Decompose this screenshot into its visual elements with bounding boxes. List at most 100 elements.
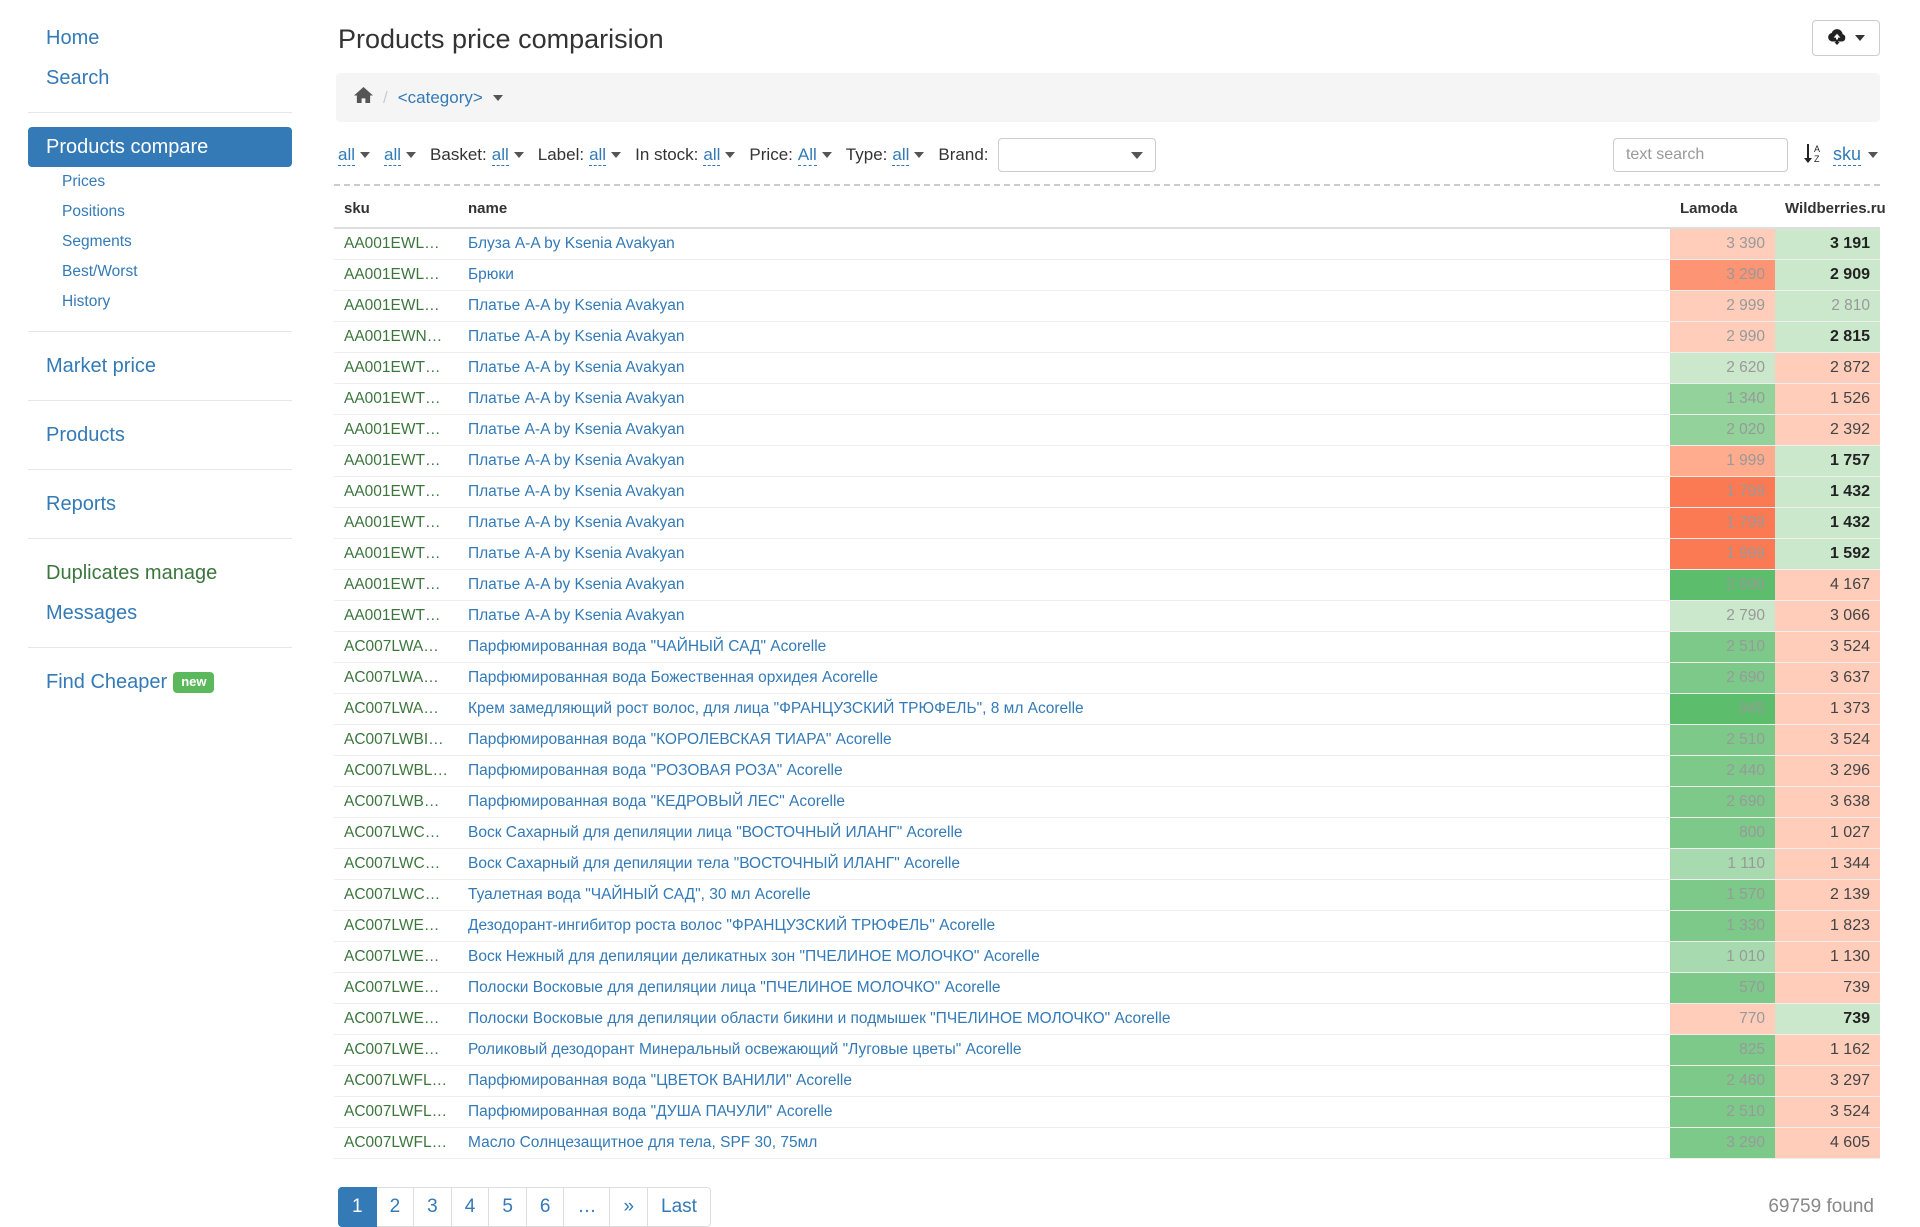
filter-brand[interactable]: Brand: xyxy=(938,138,1156,172)
product-link[interactable]: Роликовый дезодорант Минеральный освежаю… xyxy=(468,1041,1022,1058)
product-link[interactable]: Крем замедляющий рост волос, для лица "Ф… xyxy=(468,700,1084,717)
chevron-down-icon[interactable] xyxy=(1868,152,1878,158)
home-icon[interactable] xyxy=(354,86,373,109)
table-row[interactable]: AA001EWLFO51 Платье A-A by Ksenia Avakyan… xyxy=(334,290,1880,322)
page-link[interactable]: … xyxy=(564,1187,611,1227)
product-link[interactable]: Парфюмированная вода "ЧАЙНЫЙ САД" Acorel… xyxy=(468,638,826,655)
product-link[interactable]: Парфюмированная вода "КОРОЛЕВСКАЯ ТИАРА"… xyxy=(468,731,892,748)
table-row[interactable]: AA001EWTCU78 Платье A-A by Ksenia Avakyan… xyxy=(334,600,1880,632)
table-row[interactable]: AC007LWES053 Дезодорант-ингибитор роста в… xyxy=(334,910,1880,942)
sort-field-value[interactable]: sku xyxy=(1832,144,1861,166)
table-row[interactable]: AC007LWFLL18 Парфюмированная вода "ДУША П… xyxy=(334,1096,1880,1128)
product-link[interactable]: Платье A-A by Ksenia Avakyan xyxy=(468,483,685,500)
page-link[interactable]: 1 xyxy=(338,1187,377,1227)
product-link[interactable]: Полоски Восковые для депиляции лица "ПЧЕ… xyxy=(468,979,1001,996)
filter-in-stock-value[interactable]: all xyxy=(703,145,721,166)
filter-all-1-value[interactable]: all xyxy=(338,145,356,166)
sidebar-item-duplicates-manage[interactable]: Duplicates manage xyxy=(28,553,292,593)
sidebar-item-search[interactable]: Search xyxy=(28,58,292,98)
chevron-down-icon[interactable] xyxy=(821,152,832,158)
column-header-wildberries[interactable]: Wildberries.ru xyxy=(1775,196,1886,229)
page-link[interactable]: 5 xyxy=(489,1187,527,1227)
product-link[interactable]: Платье A-A by Ksenia Avakyan xyxy=(468,545,685,562)
sort-control[interactable]: A Z sku xyxy=(1802,142,1878,169)
table-row[interactable]: AA001EWTCU52 Платье A-A by Ksenia Avakyan… xyxy=(334,445,1880,477)
table-row[interactable]: AC007LWCB760 Воск Сахарный для депиляции … xyxy=(334,848,1880,880)
filter-in-stock[interactable]: In stock: all xyxy=(635,145,736,166)
column-header-lamoda[interactable]: Lamoda xyxy=(1670,196,1775,229)
page-link[interactable]: 4 xyxy=(451,1187,490,1227)
table-row[interactable]: AC007LWCB708 Воск Сахарный для депиляции … xyxy=(334,817,1880,849)
table-row[interactable]: AA001EWNUI26 Платье A-A by Ksenia Avakyan… xyxy=(334,321,1880,353)
filter-label[interactable]: Label: all xyxy=(538,145,622,166)
sidebar-item-positions[interactable]: Positions xyxy=(28,197,292,227)
table-row[interactable]: AC007LWFLL17 Парфюмированная вода "ЦВЕТОК… xyxy=(334,1065,1880,1097)
product-link[interactable]: Полоски Восковые для депиляции области б… xyxy=(468,1010,1170,1027)
product-link[interactable]: Туалетная вода "ЧАЙНЫЙ САД", 30 мл Acore… xyxy=(468,886,811,903)
sidebar-item-products-compare[interactable]: Products compare xyxy=(28,127,292,167)
table-row[interactable]: AC007LWCN124 Туалетная вода "ЧАЙНЫЙ САД",… xyxy=(334,879,1880,911)
product-link[interactable]: Платье A-A by Ksenia Avakyan xyxy=(468,514,685,531)
filter-label-value[interactable]: all xyxy=(589,145,607,166)
export-button[interactable] xyxy=(1812,20,1880,56)
sidebar-item-reports[interactable]: Reports xyxy=(28,484,292,524)
filter-all-2[interactable]: all xyxy=(384,145,417,166)
chevron-down-icon[interactable] xyxy=(914,152,925,158)
column-header-name[interactable]: name xyxy=(458,196,1670,229)
table-row[interactable]: AA001EWTCU29 Платье A-A by Ksenia Avakyan… xyxy=(334,352,1880,384)
brand-select[interactable] xyxy=(997,138,1156,172)
sidebar-item-products[interactable]: Products xyxy=(28,415,292,455)
chevron-down-icon[interactable] xyxy=(406,152,417,158)
filter-basket[interactable]: Basket: all xyxy=(430,145,524,166)
filter-all-2-value[interactable]: all xyxy=(384,145,402,166)
filter-basket-value[interactable]: all xyxy=(491,145,509,166)
product-link[interactable]: Масло Солнцезащитное для тела, SPF 30, 7… xyxy=(468,1134,817,1151)
table-row[interactable]: AA001EWTCU76 Платье A-A by Ksenia Avakyan… xyxy=(334,538,1880,570)
product-link[interactable]: Парфюмированная вода "КЕДРОВЫЙ ЛЕС" Acor… xyxy=(468,793,845,810)
product-link[interactable]: Воск Сахарный для депиляции лица "ВОСТОЧ… xyxy=(468,824,963,841)
product-link[interactable]: Парфюмированная вода "РОЗОВАЯ РОЗА" Acor… xyxy=(468,762,843,779)
table-row[interactable]: AA001EWTCU37 Платье A-A by Ksenia Avakyan… xyxy=(334,414,1880,446)
breadcrumb-category[interactable]: <category> xyxy=(398,88,483,108)
page-link[interactable]: 2 xyxy=(376,1187,415,1227)
sidebar-item-find-cheaper[interactable]: Find Cheaper new xyxy=(28,662,292,702)
page-link[interactable]: » xyxy=(610,1187,649,1227)
product-link[interactable]: Воск Сахарный для депиляции тела "ВОСТОЧ… xyxy=(468,855,960,872)
product-link[interactable]: Платье A-A by Ksenia Avakyan xyxy=(468,328,685,345)
sidebar-item-home[interactable]: Home xyxy=(28,18,292,58)
sidebar-item-best-worst[interactable]: Best/Worst xyxy=(28,257,292,287)
chevron-down-icon[interactable] xyxy=(360,152,371,158)
table-row[interactable]: AC007LWBT289 Парфюмированная вода "КЕДРОВ… xyxy=(334,786,1880,818)
filter-all-1[interactable]: all xyxy=(338,145,371,166)
page-link[interactable]: 6 xyxy=(526,1187,565,1227)
chevron-down-icon[interactable] xyxy=(725,152,736,158)
table-row[interactable]: AC007LWES678 Воск Нежный для депиляции де… xyxy=(334,941,1880,973)
sidebar-item-messages[interactable]: Messages xyxy=(28,593,292,633)
product-link[interactable]: Блуза A-A by Ksenia Avakyan xyxy=(468,235,675,252)
sidebar-item-market-price[interactable]: Market price xyxy=(28,346,292,386)
product-link[interactable]: Воск Нежный для депиляции деликатных зон… xyxy=(468,948,1040,965)
column-header-sku[interactable]: sku xyxy=(334,196,458,229)
page-link[interactable]: 3 xyxy=(414,1187,452,1227)
sort-alpha-down-icon[interactable]: A Z xyxy=(1802,142,1826,169)
sidebar-item-prices[interactable]: Prices xyxy=(28,167,292,197)
table-row[interactable]: AC007LWBI604 Парфюмированная вода "КОРОЛЕ… xyxy=(334,724,1880,756)
filter-price[interactable]: Price: All xyxy=(749,145,832,166)
product-link[interactable]: Парфюмированная вода Божественная орхиде… xyxy=(468,669,878,686)
table-row[interactable]: AA001EWTCU36 Платье A-A by Ksenia Avakyan… xyxy=(334,383,1880,415)
table-row[interactable]: AC007LWASM20 Крем замедляющий рост волос,… xyxy=(334,693,1880,725)
table-row[interactable]: AA001EWTCU62 Платье A-A by Ksenia Avakyan… xyxy=(334,507,1880,539)
table-row[interactable]: AC007LWES683 Роликовый дезодорант Минерал… xyxy=(334,1034,1880,1066)
filter-price-value[interactable]: All xyxy=(797,145,817,166)
product-link[interactable]: Платье A-A by Ksenia Avakyan xyxy=(468,576,685,593)
table-row[interactable]: AC007LWAK804 Парфюмированная вода Божеств… xyxy=(334,662,1880,694)
sidebar-item-segments[interactable]: Segments xyxy=(28,227,292,257)
product-link[interactable]: Платье A-A by Ksenia Avakyan xyxy=(468,452,685,469)
product-link[interactable]: Дезодорант-ингибитор роста волос "ФРАНЦУ… xyxy=(468,917,995,934)
chevron-down-icon[interactable] xyxy=(513,152,524,158)
filter-type[interactable]: Type: all xyxy=(846,145,925,166)
table-row[interactable]: AC007LWBL821 Парфюмированная вода "РОЗОВА… xyxy=(334,755,1880,787)
product-link[interactable]: Парфюмированная вода "ДУША ПАЧУЛИ" Acore… xyxy=(468,1103,833,1120)
table-row[interactable]: AA001EWLEO84 Блуза A-A by Ksenia Avakyan 3… xyxy=(334,228,1880,260)
product-link[interactable]: Платье A-A by Ksenia Avakyan xyxy=(468,607,685,624)
